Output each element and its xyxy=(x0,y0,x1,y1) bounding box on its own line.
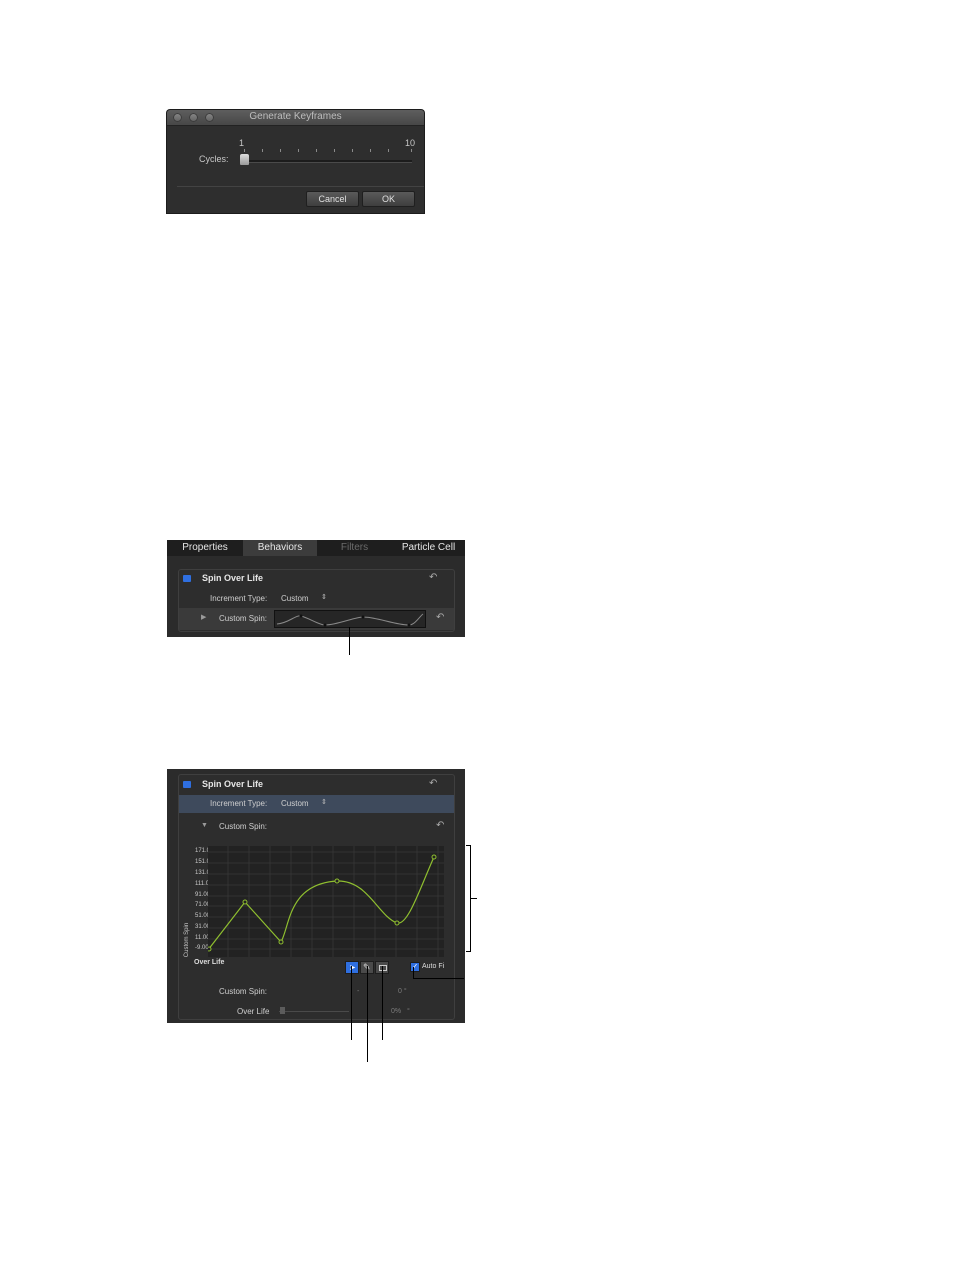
increment-type-label: Increment Type: xyxy=(210,594,268,603)
tab-properties[interactable]: Properties xyxy=(167,540,243,556)
keyframe-point[interactable] xyxy=(394,920,400,926)
cycles-slider-thumb[interactable] xyxy=(240,154,249,165)
tab-filters: Filters xyxy=(340,542,369,553)
readout-spin-value[interactable]: 0 ° xyxy=(398,988,407,995)
slider-tick xyxy=(388,149,389,152)
behavior-enable-checkbox[interactable] xyxy=(183,781,191,788)
cancel-button[interactable]: Cancel xyxy=(306,191,359,207)
dialog-title: Generate Keyframes xyxy=(249,111,342,122)
curve-graph-svg xyxy=(206,846,444,957)
auto-fit-checkbox[interactable]: ✓ xyxy=(410,962,420,972)
custom-spin-label: Custom Spin: xyxy=(219,822,268,831)
slider-tick xyxy=(316,149,317,152)
readout-life-label: Over Life xyxy=(237,1007,270,1016)
slider-tick xyxy=(411,149,412,152)
curve-line[interactable] xyxy=(207,856,435,951)
cycles-slider-track[interactable] xyxy=(240,160,412,163)
keyframe-point[interactable] xyxy=(206,946,212,952)
callout-bracket-stem xyxy=(471,898,477,899)
degree-stepper-icon: ° xyxy=(407,1008,410,1015)
disclosure-triangle-open-icon[interactable]: ▼ xyxy=(201,822,208,829)
callout-line xyxy=(351,966,352,1040)
curve-graph[interactable] xyxy=(206,846,444,957)
callout-line xyxy=(413,978,464,979)
y-axis-title-holder: Custom Spin xyxy=(183,911,191,971)
slider-tick xyxy=(370,149,371,152)
slider-tick xyxy=(334,149,335,152)
mini-keyframe xyxy=(299,614,303,618)
tab-behaviors[interactable]: Behaviors xyxy=(243,540,317,556)
readout-spin-label: Custom Spin: xyxy=(219,987,268,996)
over-life-slider-thumb[interactable] xyxy=(280,1007,285,1014)
custom-spin-row: ▶ Custom Spin: ↶ xyxy=(179,608,454,630)
x-axis-title: Over Life xyxy=(194,959,225,966)
behavior-group: Spin Over Life ↶ Increment Type: Custom … xyxy=(178,569,455,632)
behavior-enable-checkbox[interactable] xyxy=(183,575,191,582)
mini-curve-svg xyxy=(276,613,424,627)
keyframe-point[interactable] xyxy=(278,939,284,945)
mini-keyframe xyxy=(361,615,365,619)
expanded-inspector-panel: Spin Over Life ↶ Increment Type: Custom … xyxy=(167,769,465,1023)
reset-icon[interactable]: ↶ xyxy=(436,820,444,831)
behavior-title: Spin Over Life xyxy=(202,573,264,583)
mini-keyframe xyxy=(323,623,327,627)
cycles-label: Cycles: xyxy=(199,154,229,164)
keyframe-point[interactable] xyxy=(334,878,340,884)
behavior-title: Spin Over Life xyxy=(202,779,264,789)
custom-spin-label: Custom Spin: xyxy=(219,614,268,623)
slider-tick xyxy=(280,149,281,152)
reset-icon[interactable]: ↶ xyxy=(429,778,437,789)
slider-max-label: 10 xyxy=(405,138,416,148)
callout-line xyxy=(382,966,383,1040)
callout-bracket-bottom xyxy=(466,951,471,952)
dialog-divider xyxy=(177,186,424,187)
keyframe-point[interactable] xyxy=(431,854,437,860)
y-axis-title: Custom Spin xyxy=(184,922,190,958)
increment-type-popup[interactable]: Custom xyxy=(281,594,309,603)
slider-tick xyxy=(244,149,245,152)
disclosure-triangle-icon[interactable]: ▶ xyxy=(201,613,206,621)
auto-fit-label: Auto Fi xyxy=(422,963,445,970)
inspector-tab-bar: Properties Behaviors Filters Particle Ce… xyxy=(167,540,465,556)
mini-curve-thumbnail[interactable] xyxy=(274,610,426,628)
ok-button[interactable]: OK xyxy=(362,191,415,207)
slider-min-label: 1 xyxy=(239,138,245,148)
slider-tick xyxy=(262,149,263,152)
inspector-panel: Properties Behaviors Filters Particle Ce… xyxy=(167,540,465,637)
dialog-titlebar: Generate Keyframes xyxy=(167,110,424,126)
increment-type-row[interactable]: Increment Type: Custom ⇕ xyxy=(179,795,454,813)
readout-life-value[interactable]: 0% xyxy=(391,1008,401,1015)
y-tick-label: -9.00 xyxy=(195,945,209,951)
arrow-pointer-icon: ➤ xyxy=(349,963,356,972)
reset-icon[interactable]: ↶ xyxy=(436,612,444,623)
reset-icon[interactable]: ↶ xyxy=(429,572,437,583)
slider-tick xyxy=(298,149,299,152)
increment-type-popup[interactable]: Custom xyxy=(281,799,309,808)
box-select-icon xyxy=(379,965,387,971)
popup-arrows-icon[interactable]: ⇕ xyxy=(321,798,327,806)
mini-keyframe xyxy=(407,623,411,627)
increment-type-label: Increment Type: xyxy=(210,799,268,808)
popup-arrows-icon[interactable]: ⇕ xyxy=(321,593,327,601)
over-life-slider-track[interactable] xyxy=(279,1011,349,1012)
value-dash-icon: - xyxy=(357,988,360,995)
tab-particle-cell[interactable]: Particle Cell xyxy=(392,540,465,556)
generate-keyframes-dialog: Generate Keyframes Cycles: 1 10 Cancel O… xyxy=(167,110,424,213)
keyframe-point[interactable] xyxy=(242,899,248,905)
behavior-group-expanded: Spin Over Life ↶ Increment Type: Custom … xyxy=(178,774,455,1020)
callout-line xyxy=(349,627,350,655)
callout-line xyxy=(367,966,368,1062)
slider-tick xyxy=(352,149,353,152)
select-tool-button[interactable]: ➤ xyxy=(345,961,359,974)
